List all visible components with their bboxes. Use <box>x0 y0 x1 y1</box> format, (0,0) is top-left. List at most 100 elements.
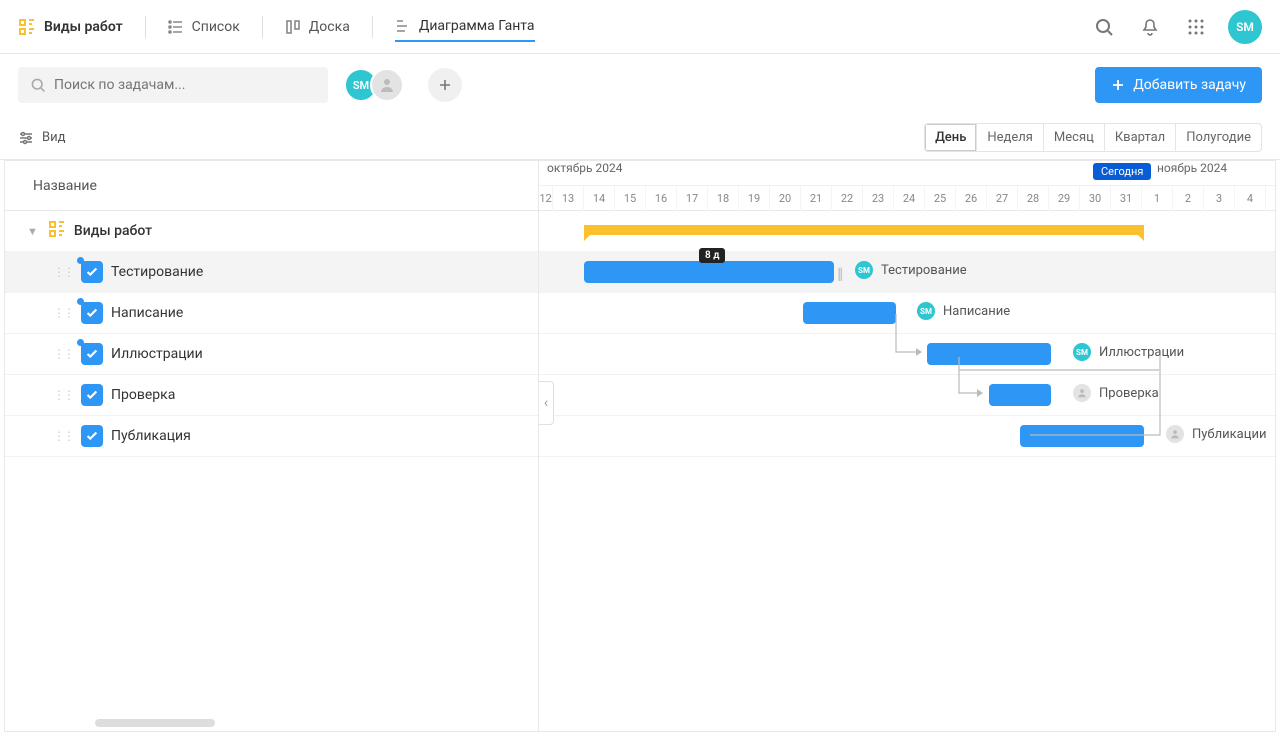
separator <box>372 16 373 38</box>
tree-task[interactable]: ⋮⋮ Иллюстрации <box>5 334 538 375</box>
gantt-task-row[interactable]: 8 д ∥ SM Тестирование <box>539 252 1275 293</box>
assignee-avatar[interactable] <box>1073 384 1091 402</box>
drag-handle-icon[interactable]: ⋮⋮ <box>53 347 73 361</box>
drag-handle-icon[interactable]: ⋮⋮ <box>53 306 73 320</box>
tab-gantt-label: Диаграмма Ганта <box>419 18 535 34</box>
task-bar[interactable] <box>989 384 1051 406</box>
gantt-icon <box>395 18 411 34</box>
task-checkbox[interactable] <box>81 302 103 324</box>
drag-handle-icon[interactable]: ⋮⋮ <box>53 388 73 402</box>
tree-task[interactable]: ⋮⋮ Публикация <box>5 416 538 457</box>
task-checkbox[interactable] <box>81 425 103 447</box>
day-cell: 22 <box>832 186 863 211</box>
day-cell: 16 <box>646 186 677 211</box>
search-icon[interactable] <box>1090 13 1118 41</box>
day-cell: 19 <box>739 186 770 211</box>
zoom-month[interactable]: Месяц <box>1044 124 1105 151</box>
day-cell: 21 <box>801 186 832 211</box>
tree-group[interactable]: ▼ Виды работ <box>5 211 538 252</box>
month-label: октябрь 2024 <box>547 161 622 175</box>
assignee-avatar[interactable]: SM <box>1073 343 1091 361</box>
view-settings-button[interactable]: Вид <box>18 130 65 146</box>
bell-icon[interactable] <box>1136 13 1164 41</box>
separator <box>262 16 263 38</box>
add-member-button[interactable] <box>428 68 462 102</box>
task-tree: ▼ Виды работ ⋮⋮ Тестирование ⋮⋮ Написани… <box>5 211 538 457</box>
day-cell: 14 <box>584 186 615 211</box>
day-cell: 29 <box>1049 186 1080 211</box>
gantt-task-row[interactable]: Проверка <box>539 375 1275 416</box>
day-cell: 27 <box>987 186 1018 211</box>
day-cell: 4 <box>1235 186 1266 211</box>
avatar[interactable]: SM <box>1228 10 1262 44</box>
list-icon <box>168 19 184 35</box>
task-checkbox[interactable] <box>81 384 103 406</box>
tab-list[interactable]: Список <box>168 13 240 41</box>
apps-icon[interactable] <box>1182 13 1210 41</box>
kanban-icon <box>18 18 36 36</box>
tree-task[interactable]: ⋮⋮ Тестирование <box>5 252 538 293</box>
day-cell: 20 <box>770 186 801 211</box>
task-bar[interactable] <box>1020 425 1144 447</box>
task-bar[interactable] <box>803 302 896 324</box>
task-bar[interactable] <box>927 343 1051 365</box>
main: Название ▼ Виды работ ⋮⋮ Тестирование ⋮⋮… <box>4 160 1276 732</box>
resize-handle-icon[interactable]: ∥ <box>837 267 843 282</box>
day-cell: 17 <box>677 186 708 211</box>
plus-icon <box>1111 78 1125 92</box>
task-checkbox[interactable] <box>81 343 103 365</box>
task-bar[interactable] <box>584 261 834 283</box>
h-scrollbar[interactable] <box>95 719 215 727</box>
add-task-label: Добавить задачу <box>1133 77 1246 93</box>
tab-title-label: Виды работ <box>44 19 123 35</box>
assignee-avatar[interactable]: SM <box>855 261 873 279</box>
search-input[interactable] <box>54 77 316 93</box>
gantt-task-row[interactable]: SM Написание <box>539 293 1275 334</box>
day-cell: 1 <box>1142 186 1173 211</box>
tree-task[interactable]: ⋮⋮ Проверка <box>5 375 538 416</box>
drag-handle-icon[interactable]: ⋮⋮ <box>53 265 73 279</box>
month-label: ноябрь 2024 <box>1157 161 1227 175</box>
gantt-task-row[interactable]: SM Иллюстрации <box>539 334 1275 375</box>
task-label: Публикация <box>111 428 191 444</box>
zoom-week[interactable]: Неделя <box>977 124 1044 151</box>
tab-title[interactable]: Виды работ <box>18 12 123 42</box>
day-cell: 30 <box>1080 186 1111 211</box>
task-label: Иллюстрации <box>111 346 203 362</box>
bar-label: Тестирование <box>881 263 967 278</box>
zoom-day[interactable]: День <box>925 124 977 151</box>
day-cell: 18 <box>708 186 739 211</box>
today-pill[interactable]: Сегодня <box>1093 163 1151 180</box>
day-row: 1213141516171819202122232425262728293031… <box>539 185 1275 211</box>
search-icon <box>30 77 46 93</box>
column-header: Название <box>5 161 538 211</box>
bar-label: Публикации <box>1192 427 1266 442</box>
tab-board-label: Доска <box>309 19 350 35</box>
assignee-avatar[interactable] <box>1166 425 1184 443</box>
zoom-half[interactable]: Полугодие <box>1176 124 1261 151</box>
bar-label: Иллюстрации <box>1099 345 1184 360</box>
drag-handle-icon[interactable]: ⋮⋮ <box>53 429 73 443</box>
view-bar: Вид День Неделя Месяц Квартал Полугодие <box>0 116 1280 160</box>
day-cell: 13 <box>553 186 584 211</box>
avatar-unassigned[interactable] <box>370 68 404 102</box>
add-task-button[interactable]: Добавить задачу <box>1095 67 1262 103</box>
group-label: Виды работ <box>74 223 152 239</box>
tab-board[interactable]: Доска <box>285 13 350 41</box>
task-checkbox[interactable] <box>81 261 103 283</box>
summary-bar[interactable] <box>584 225 1144 235</box>
separator <box>145 16 146 38</box>
view-tabs: Виды работ Список Доска Диаграмма Ганта <box>18 12 535 42</box>
day-cell: 2 <box>1173 186 1204 211</box>
tab-gantt[interactable]: Диаграмма Ганта <box>395 12 535 42</box>
tree-task[interactable]: ⋮⋮ Написание <box>5 293 538 334</box>
chevron-down-icon[interactable]: ▼ <box>27 225 38 238</box>
collapse-left-button[interactable]: ‹ <box>539 381 554 425</box>
gantt-task-row[interactable]: Публикации <box>539 416 1275 457</box>
assignee-avatar[interactable]: SM <box>917 302 935 320</box>
gantt-group-row <box>539 211 1275 252</box>
avatar-stack[interactable]: SM <box>344 68 404 102</box>
search-box[interactable] <box>18 67 328 103</box>
zoom-quarter[interactable]: Квартал <box>1105 124 1176 151</box>
board-icon <box>285 19 301 35</box>
